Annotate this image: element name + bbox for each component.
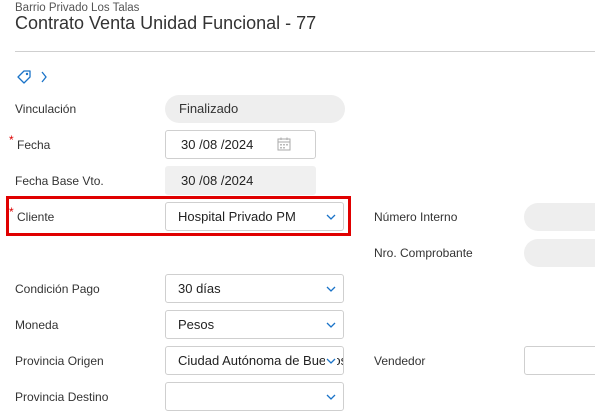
moneda-value: Pesos	[178, 317, 215, 332]
chevron-right-icon[interactable]	[38, 69, 50, 85]
fecha-year[interactable]: 2024	[224, 131, 253, 158]
cliente-value: Hospital Privado PM	[178, 209, 296, 224]
fecha-base-vto-label: Fecha Base Vto.	[15, 174, 104, 188]
numero-interno-field	[524, 203, 595, 231]
vendedor-input[interactable]	[524, 346, 595, 375]
vinculacion-label: Vinculación	[15, 102, 77, 116]
tag-icon[interactable]	[15, 68, 33, 86]
nro-comprobante-field	[524, 239, 595, 267]
vinculacion-field: Finalizado	[165, 95, 345, 123]
fecha-base-year: 2024	[224, 173, 254, 188]
fecha-base-month: 08	[202, 173, 218, 188]
chevron-down-icon[interactable]	[325, 284, 337, 294]
required-mark: *	[9, 133, 14, 147]
chevron-down-icon[interactable]	[325, 320, 337, 330]
required-mark: *	[9, 205, 14, 219]
provincia-origen-label: Provincia Origen	[15, 354, 104, 368]
numero-interno-label: Número Interno	[374, 210, 458, 224]
provincia-destino-select[interactable]	[165, 382, 344, 411]
calendar-icon[interactable]	[277, 137, 291, 151]
fecha-month[interactable]: 08	[203, 131, 217, 158]
provincia-destino-label: Provincia Destino	[15, 390, 109, 404]
cliente-select[interactable]: Hospital Privado PM	[165, 202, 344, 231]
provincia-origen-value: Ciudad Autónoma de Buenos Aires	[178, 353, 344, 368]
header-divider	[15, 51, 595, 52]
moneda-select[interactable]: Pesos	[165, 310, 344, 339]
fecha-date-input[interactable]: 30 /08 /2024	[165, 130, 316, 159]
moneda-label: Moneda	[15, 318, 59, 332]
provincia-origen-select[interactable]: Ciudad Autónoma de Buenos Aires	[165, 346, 344, 375]
vendedor-label: Vendedor	[374, 354, 426, 368]
nro-comprobante-label: Nro. Comprobante	[374, 246, 473, 260]
condicion-pago-select[interactable]: 30 días	[165, 274, 344, 303]
chevron-down-icon[interactable]	[325, 356, 337, 366]
chevron-down-icon[interactable]	[325, 212, 337, 222]
cliente-label: Cliente	[17, 210, 55, 224]
condicion-pago-value: 30 días	[178, 281, 221, 296]
fecha-day[interactable]: 30	[181, 131, 195, 158]
fecha-base-day: 30	[181, 173, 196, 188]
fecha-base-vto-field: 30 /08 /2024	[165, 166, 316, 195]
fecha-label: Fecha	[17, 138, 51, 152]
condicion-pago-label: Condición Pago	[15, 282, 100, 296]
chevron-down-icon[interactable]	[325, 392, 337, 402]
page-title: Contrato Venta Unidad Funcional - 77	[15, 13, 317, 33]
